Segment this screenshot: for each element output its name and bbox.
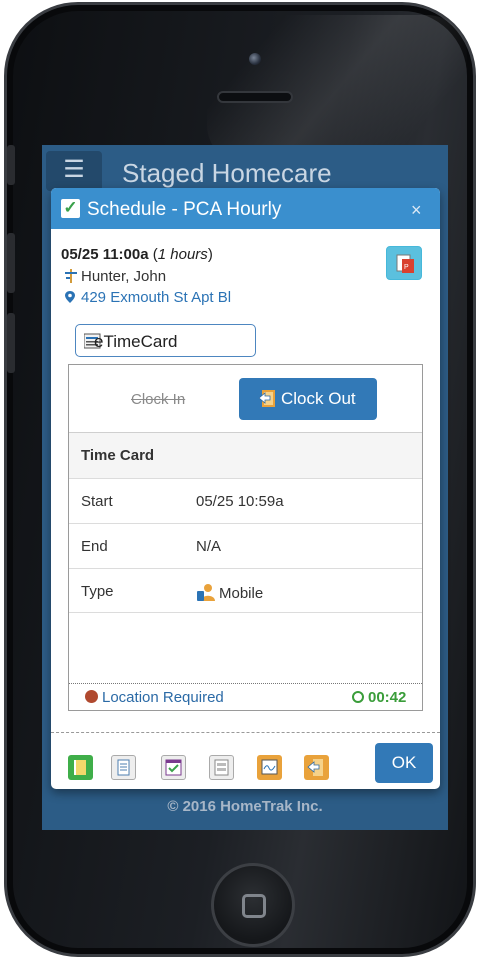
clock-out-button[interactable]: Clock Out bbox=[239, 378, 377, 420]
clock-out-icon bbox=[259, 390, 275, 407]
pdf-button[interactable]: P bbox=[386, 246, 422, 280]
client-line: Hunter, John bbox=[65, 268, 166, 285]
volume-down-button bbox=[7, 313, 15, 373]
toolbar-divider bbox=[51, 732, 440, 733]
glass-glare bbox=[207, 15, 467, 165]
ok-button[interactable]: OK bbox=[375, 743, 433, 783]
exit-glyph bbox=[74, 760, 86, 775]
notes-glyph bbox=[117, 759, 130, 776]
front-camera bbox=[249, 53, 261, 65]
pdf-icon: P bbox=[396, 254, 414, 273]
home-square-icon bbox=[242, 894, 266, 918]
hamburger-menu-button[interactable]: ☰ bbox=[46, 151, 102, 191]
return-glyph bbox=[307, 759, 323, 776]
map-pin-icon bbox=[65, 291, 75, 303]
appointment-datetime: 05/25 11:00a bbox=[61, 246, 149, 263]
mobile-user-icon bbox=[197, 584, 215, 601]
form-icon[interactable] bbox=[209, 755, 234, 780]
timecard-header-row: Time Card bbox=[69, 432, 422, 478]
earpiece-speaker bbox=[217, 91, 293, 103]
signature-icon[interactable] bbox=[257, 755, 282, 780]
silent-switch bbox=[7, 145, 15, 185]
timecard-panel: Clock In Clock Out Time Card Start 05/25… bbox=[68, 364, 423, 711]
appointment-time: 05/25 11:00a (1 hours) bbox=[61, 246, 213, 263]
return-icon[interactable] bbox=[304, 755, 329, 780]
app-header: ☰ Staged Homecare bbox=[42, 145, 448, 193]
timer-value: 00:42 bbox=[368, 689, 407, 706]
timecard-table: Time Card Start 05/25 10:59a End N/A Typ… bbox=[69, 432, 422, 613]
app-title: Staged Homecare bbox=[122, 158, 332, 188]
client-icon bbox=[65, 269, 77, 283]
etimecard-select[interactable]: eTimeCard bbox=[75, 324, 256, 357]
exit-icon[interactable] bbox=[68, 755, 93, 780]
signature-glyph bbox=[261, 759, 278, 775]
table-row: Type Mobile bbox=[69, 568, 422, 613]
elapsed-timer: 00:42 bbox=[352, 689, 406, 706]
row-value-type: Mobile bbox=[196, 583, 263, 602]
location-required-link[interactable]: Location Required bbox=[85, 689, 224, 706]
checklist-glyph bbox=[165, 759, 182, 776]
row-value: 05/25 10:59a bbox=[196, 493, 284, 510]
notes-icon[interactable] bbox=[111, 755, 136, 780]
etimecard-label: eTimeCard bbox=[94, 332, 178, 351]
row-value: N/A bbox=[196, 538, 222, 555]
row-label: Start bbox=[81, 493, 113, 510]
app-footer: © 2016 HomeTrak Inc. bbox=[42, 790, 448, 830]
location-bar: Location Required 00:42 bbox=[69, 683, 422, 710]
globe-icon bbox=[85, 690, 98, 703]
address-text: 429 Exmouth St Apt Bl bbox=[81, 289, 232, 306]
schedule-modal: ✓ Schedule - PCA Hourly × 05/25 11:00a (… bbox=[51, 188, 440, 789]
checklist-icon[interactable] bbox=[161, 755, 186, 780]
svg-text:P: P bbox=[404, 264, 409, 271]
modal-title: Schedule - PCA Hourly bbox=[87, 199, 282, 220]
modal-header: ✓ Schedule - PCA Hourly × bbox=[51, 188, 440, 229]
checkbox-checked-icon: ✓ bbox=[61, 199, 80, 218]
table-row: End N/A bbox=[69, 523, 422, 568]
clock-out-label: Clock Out bbox=[281, 389, 356, 408]
home-button[interactable] bbox=[211, 863, 295, 947]
client-name: Hunter, John bbox=[81, 268, 167, 285]
table-row: Start 05/25 10:59a bbox=[69, 478, 422, 523]
location-required-label: Location Required bbox=[102, 689, 224, 706]
form-glyph bbox=[214, 759, 229, 776]
type-value: Mobile bbox=[219, 585, 264, 602]
appointment-duration: 1 hours bbox=[157, 246, 208, 263]
volume-up-button bbox=[7, 233, 15, 293]
timecard-header: Time Card bbox=[81, 447, 155, 464]
row-label: Type bbox=[81, 583, 114, 600]
address-link[interactable]: 429 Exmouth St Apt Bl bbox=[65, 289, 231, 306]
clock-in-button[interactable]: Clock In bbox=[131, 391, 185, 408]
clock-icon bbox=[352, 691, 364, 703]
close-button[interactable]: × bbox=[411, 200, 422, 221]
row-label: End bbox=[81, 538, 108, 555]
